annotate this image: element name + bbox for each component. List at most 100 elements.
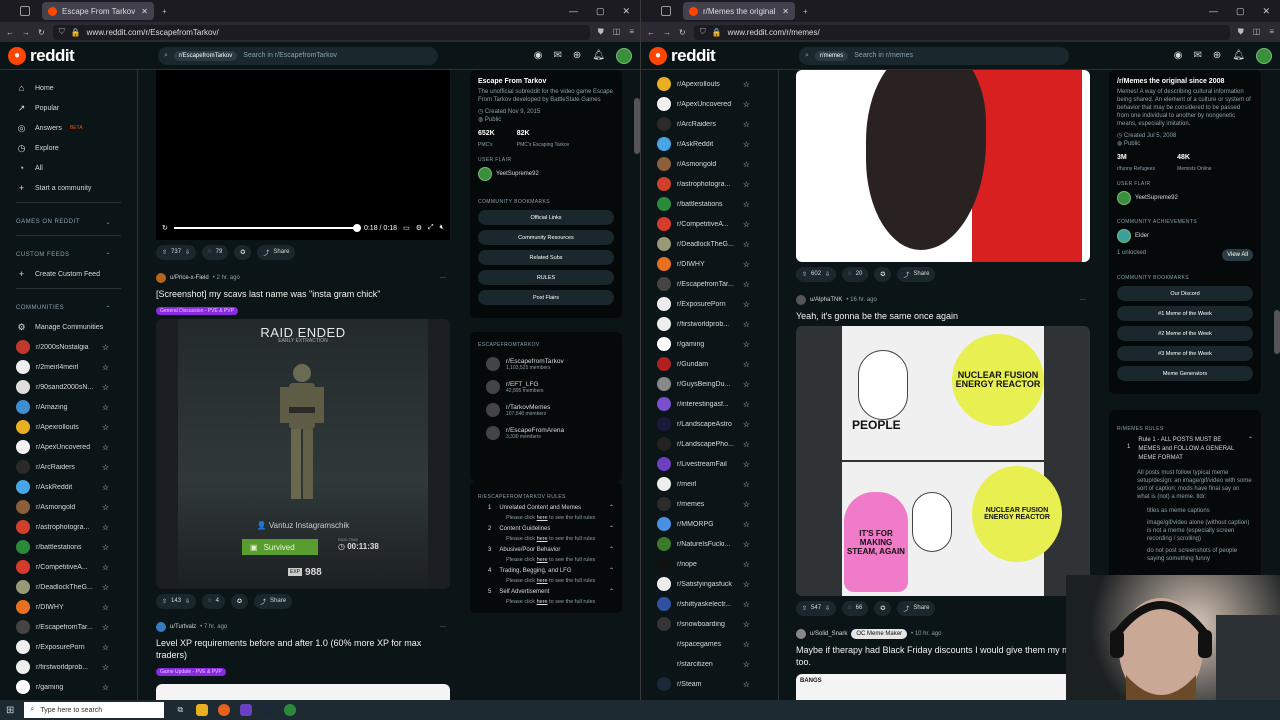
view-all-button[interactable]: View All — [1222, 249, 1253, 261]
close-window-icon[interactable]: ✕ — [622, 6, 630, 17]
post-image[interactable]: NUCLEAR FUSION ENERGY REACTOR PEOPLE IT'… — [796, 326, 1090, 596]
bookmark-button[interactable]: #2 Meme of the Week — [1117, 326, 1253, 341]
close-window-icon[interactable]: ✕ — [1262, 6, 1270, 17]
post-title[interactable]: Yeah, it's gonna be the same once again — [796, 310, 1090, 322]
community-item[interactable]: r/LandscapeAstro ☆ — [657, 414, 778, 434]
star-icon[interactable]: ☆ — [743, 540, 750, 549]
community-item[interactable]: r/firstworldprob... ☆ — [16, 657, 137, 677]
star-icon[interactable]: ☆ — [102, 623, 109, 632]
search-bar[interactable]: ⌕ r/memes Search in r/memes — [799, 46, 1069, 65]
firefox-icon[interactable] — [218, 704, 231, 716]
xbox-icon[interactable] — [284, 704, 297, 716]
pocket-icon[interactable]: ◫ — [1253, 27, 1261, 37]
new-tab-icon[interactable]: + — [162, 7, 167, 16]
downvote-icon[interactable]: ⇩ — [825, 271, 830, 278]
post-flair[interactable]: General Discussion - PVE & PVP — [156, 307, 238, 315]
upvote-icon[interactable]: ⇧ — [802, 271, 807, 278]
community-item[interactable]: r/astrophotogra... ☆ — [16, 517, 137, 537]
post-image[interactable] — [796, 70, 1090, 262]
star-icon[interactable]: ☆ — [102, 463, 109, 472]
community-item[interactable]: r/snowboarding ☆ — [657, 614, 778, 634]
community-item[interactable]: r/EscapefromTar... ☆ — [16, 617, 137, 637]
sidebar-item-home[interactable]: ⌂ Home — [16, 78, 137, 98]
related-community[interactable]: r/TarkovMemes 107,548 members — [486, 403, 614, 417]
rule-link[interactable]: here — [537, 557, 548, 563]
upvote-icon[interactable]: ⇧ — [162, 249, 167, 256]
star-icon[interactable]: ☆ — [743, 380, 750, 389]
share-button[interactable]: ⤴ Share — [897, 266, 936, 282]
vote-control[interactable]: ⇧ 143 ⇩ — [156, 593, 197, 609]
star-icon[interactable]: ☆ — [743, 520, 750, 529]
post-author[interactable]: u/AlphaTNK — [810, 297, 842, 303]
extension-icon[interactable]: ⛊ — [1238, 27, 1244, 37]
star-icon[interactable]: ☆ — [743, 560, 750, 569]
browser-tab[interactable]: Escape From Tarkov ✕ — [42, 2, 154, 20]
community-item[interactable]: r/EscapefromTar... ☆ — [657, 274, 778, 294]
user-avatar[interactable] — [1256, 47, 1272, 64]
community-item[interactable]: r/battlestations ☆ — [16, 537, 137, 557]
star-icon[interactable]: ☆ — [743, 580, 750, 589]
star-icon[interactable]: ☆ — [102, 343, 109, 352]
close-tab-icon[interactable]: ✕ — [782, 7, 789, 16]
star-icon[interactable]: ☆ — [743, 120, 750, 129]
related-community[interactable]: r/EscapefromTarkov 1,103,525 members — [486, 357, 614, 371]
star-icon[interactable]: ☆ — [743, 240, 750, 249]
star-icon[interactable]: ☆ — [102, 523, 109, 532]
star-icon[interactable]: ☆ — [743, 300, 750, 309]
steam-icon[interactable] — [262, 704, 275, 716]
community-item[interactable]: r/90sand2000sN... ☆ — [16, 377, 137, 397]
close-tab-icon[interactable]: ✕ — [141, 7, 148, 16]
taskbar-search[interactable]: ⌕ Type here to search — [24, 702, 165, 718]
minimize-icon[interactable]: — — [569, 6, 578, 17]
community-item[interactable]: r/2000sNostalgia ☆ — [16, 337, 137, 357]
post-image[interactable]: BANGS — [796, 674, 1090, 700]
windows-start-icon[interactable]: ⊞ — [6, 705, 14, 716]
user-avatar[interactable] — [156, 273, 166, 283]
post-flair[interactable]: Game Update - PVE & PVP — [156, 668, 226, 676]
captions-icon[interactable]: ▭ — [403, 224, 410, 232]
notification-bell-icon[interactable]: 🔔︎ — [592, 50, 605, 61]
menu-icon[interactable]: ≡ — [1269, 27, 1274, 37]
address-bar[interactable]: ⛉ 🔒 www.reddit.com/r/memes/ — [693, 24, 1230, 40]
rule-item[interactable]: 4 Trading, Begging, and LFG ⌃ — [488, 567, 614, 575]
tab-overview-icon[interactable] — [20, 6, 30, 16]
star-icon[interactable]: ☆ — [743, 200, 750, 209]
manage-communities[interactable]: ⚙ Manage Communities — [16, 317, 137, 337]
star-icon[interactable]: ☆ — [743, 420, 750, 429]
star-icon[interactable]: ☆ — [743, 440, 750, 449]
star-icon[interactable]: ☆ — [102, 403, 109, 412]
user-avatar[interactable] — [156, 622, 166, 632]
star-icon[interactable]: ☆ — [743, 280, 750, 289]
star-icon[interactable]: ☆ — [743, 360, 750, 369]
star-icon[interactable]: ☆ — [102, 563, 109, 572]
sidebar-item-start-a-community[interactable]: + Start a community — [16, 178, 137, 198]
more-options-icon[interactable]: ··· — [1080, 297, 1090, 303]
bookmark-button[interactable]: Community Resources — [478, 230, 614, 245]
star-icon[interactable]: ☆ — [743, 660, 750, 669]
post-title[interactable]: Level XP requirements before and after 1… — [156, 637, 450, 661]
sidebar-item-answers[interactable]: ◎ Answers BETA — [16, 118, 137, 138]
community-item[interactable]: r/2meirl4meirl ☆ — [16, 357, 137, 377]
discord-icon[interactable] — [240, 704, 253, 716]
back-icon[interactable]: ← — [647, 28, 655, 37]
star-icon[interactable]: ☆ — [102, 503, 109, 512]
bookmark-button[interactable]: #3 Meme of the Week — [1117, 346, 1253, 361]
file-explorer-icon[interactable] — [196, 704, 209, 716]
community-item[interactable]: r/interestingasf... ☆ — [657, 394, 778, 414]
vote-control[interactable]: ⇧ 602 ⇩ — [796, 266, 837, 282]
user-avatar[interactable] — [796, 629, 806, 639]
community-item[interactable]: r/Asmongold ☆ — [16, 497, 137, 517]
star-icon[interactable]: ☆ — [743, 340, 750, 349]
post-title[interactable]: [Screenshot] my scavs last name was "ins… — [156, 288, 450, 300]
chat-icon[interactable]: ✉ — [554, 50, 562, 61]
rule-item[interactable]: 2 Content Guidelines ⌃ — [488, 525, 614, 533]
replay-icon[interactable]: ↻ — [162, 224, 168, 232]
post-title[interactable]: Maybe if therapy had Black Friday discou… — [796, 644, 1090, 668]
community-item[interactable]: r/ArcRaiders ☆ — [657, 114, 778, 134]
rule-link[interactable]: here — [537, 578, 548, 584]
community-item[interactable]: r/DeadlockTheG... ☆ — [16, 577, 137, 597]
community-item[interactable]: r/DIWHY ☆ — [16, 597, 137, 617]
comments-button[interactable]: ◌ 66 — [842, 600, 869, 616]
star-icon[interactable]: ☆ — [743, 100, 750, 109]
custom-feeds-header[interactable]: CUSTOM FEEDS ⌃ — [16, 246, 137, 264]
